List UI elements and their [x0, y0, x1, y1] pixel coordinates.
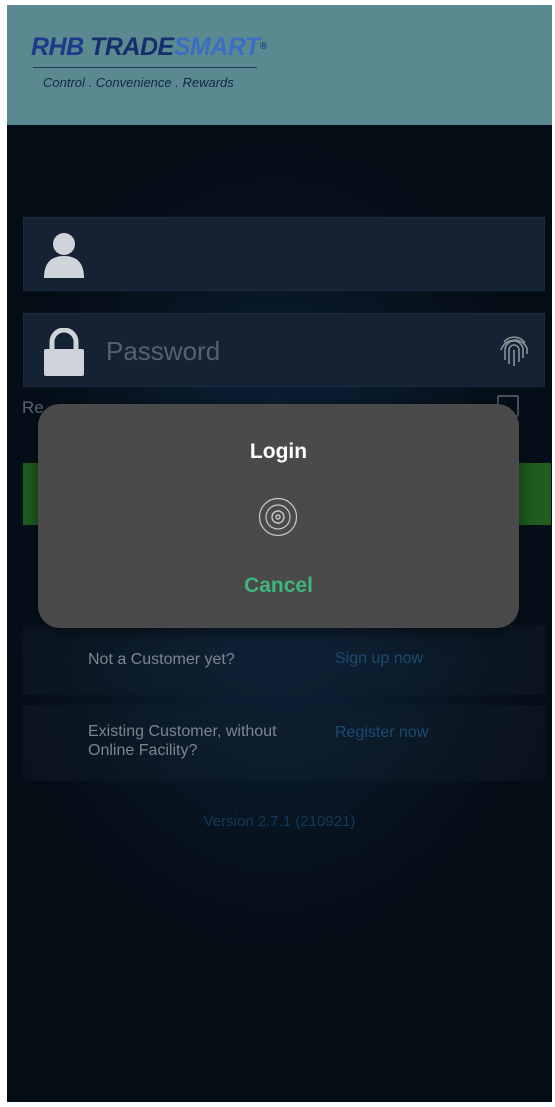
biometric-login-dialog: Login Cancel [38, 404, 519, 628]
brand-tagline: Control . Convenience . Rewards [43, 75, 234, 90]
signup-link[interactable]: Sign up now [335, 650, 423, 668]
register-link[interactable]: Register now [335, 724, 428, 742]
signup-label: Not a Customer yet? [88, 651, 235, 668]
fingerprint-icon[interactable] [498, 332, 530, 373]
version-label: Version 2.7.1 (210921) [203, 813, 356, 830]
username-input[interactable] [104, 234, 488, 276]
lock-icon [42, 327, 86, 381]
dialog-title: Login [249, 440, 308, 463]
user-icon [42, 232, 86, 283]
app-header: RHB TRADESMART® Control . Convenience . … [7, 5, 552, 125]
cancel-button[interactable]: Cancel [228, 571, 329, 601]
app-screen: RHB TRADESMART® Control . Convenience . … [7, 5, 552, 1102]
fingerprint-icon [258, 497, 298, 542]
register-label: Existing Customer, without Online Facili… [88, 723, 277, 759]
username-field[interactable] [23, 217, 545, 291]
password-field[interactable] [23, 313, 545, 387]
brand-divider [33, 67, 257, 68]
register-row: Existing Customer, without Online Facili… [23, 705, 545, 781]
signup-row: Not a Customer yet? Sign up now [23, 625, 545, 695]
password-input[interactable] [104, 330, 488, 372]
brand-logo: RHB TRADESMART® [31, 33, 267, 61]
